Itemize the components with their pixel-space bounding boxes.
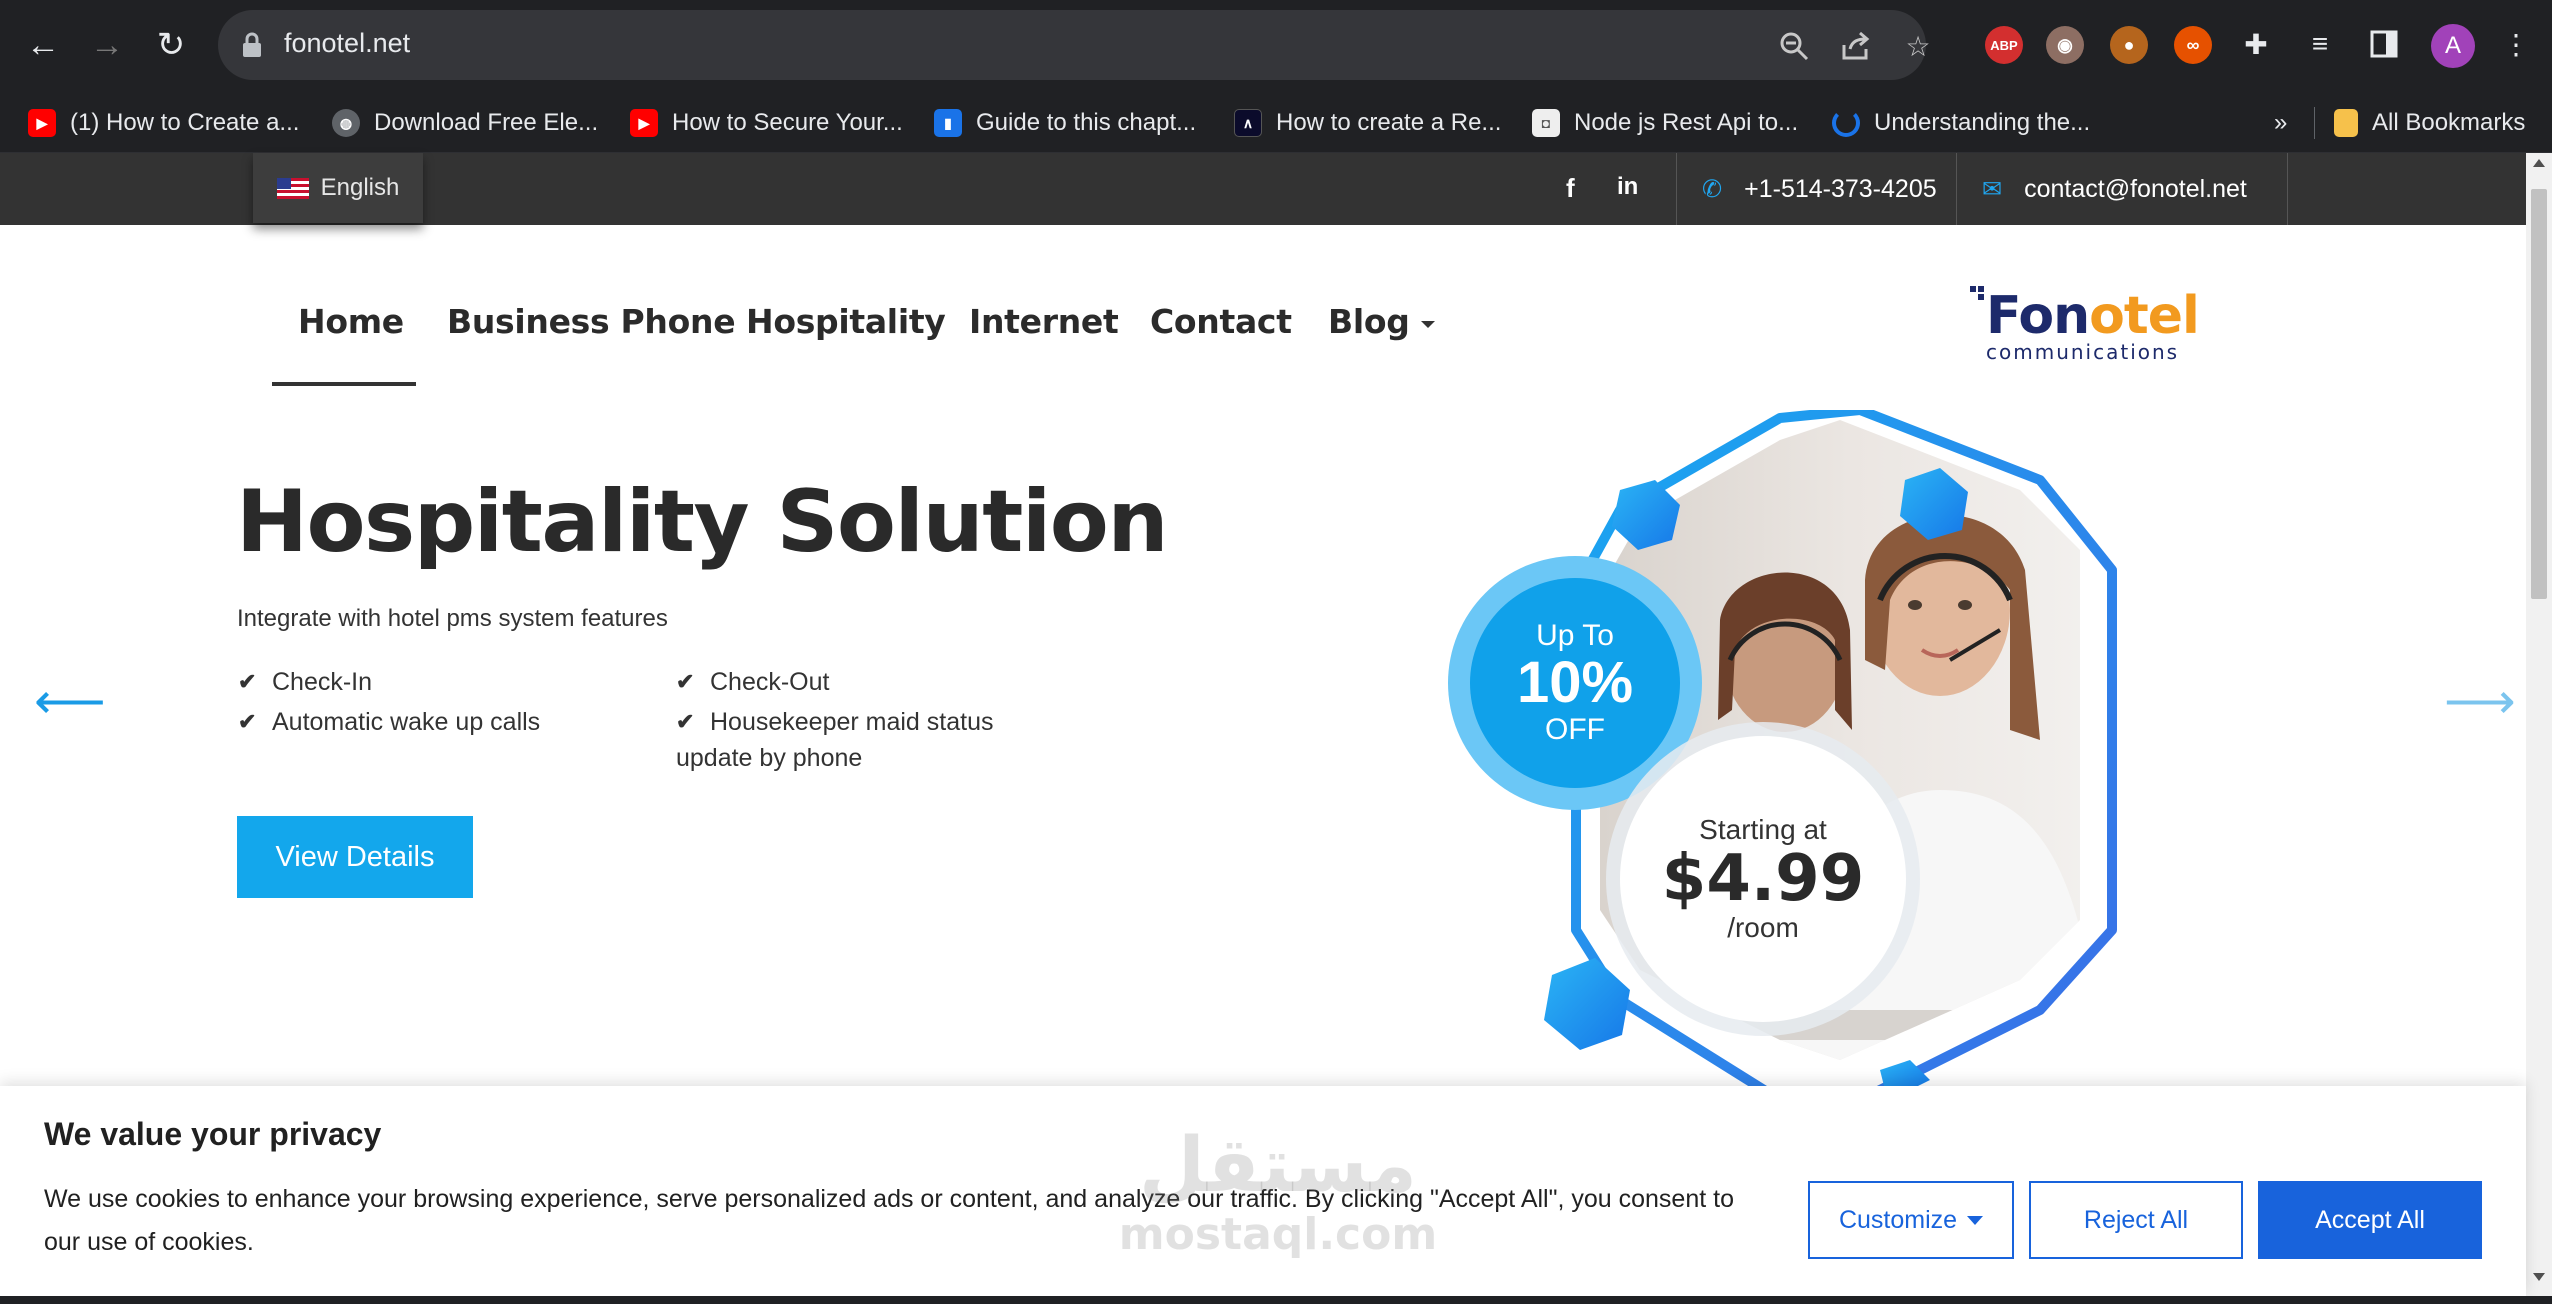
nav-business-phone[interactable]: Business Phone [447, 302, 736, 341]
nav-active-underline [272, 382, 416, 386]
feature-item: ✔ Check-In [238, 664, 372, 700]
nav-hospitality[interactable]: Hospitality [746, 302, 946, 341]
hero-subtitle: Integrate with hotel pms system features [237, 605, 668, 632]
cookie-title: We value your privacy [44, 1116, 382, 1152]
mostaql-watermark: مستقل mostaql.com [1118, 1120, 1438, 1260]
lock-icon [243, 32, 261, 57]
forward-icon[interactable]: → [84, 22, 130, 68]
address-bar[interactable]: fonotel.net ☆ [218, 10, 1931, 80]
bookmark-star-icon[interactable]: ☆ [1902, 30, 1934, 62]
facebook-icon[interactable]: f [1566, 173, 1575, 204]
bookmark-item[interactable]: ▶ How to Secure Your... [630, 103, 903, 143]
check-icon: ✔ [676, 669, 695, 694]
nav-internet[interactable]: Internet [969, 302, 1119, 341]
language-selector[interactable]: English [253, 153, 423, 223]
topbar-divider [2287, 153, 2288, 225]
us-flag-icon [276, 177, 309, 199]
slider-prev-arrow-icon[interactable]: ⟵ [34, 672, 106, 730]
view-details-button[interactable]: View Details [237, 816, 473, 898]
phone-icon: ✆ [1702, 175, 1723, 203]
all-bookmarks-button[interactable]: All Bookmarks [2334, 103, 2525, 143]
reload-icon[interactable]: ↻ [148, 22, 194, 68]
taskbar-strip [0, 1296, 2552, 1304]
topbar-divider [1956, 153, 1957, 225]
puzzle-extensions-icon[interactable]: ✚ [2240, 28, 2272, 60]
slider-next-arrow-icon[interactable]: ⟶ [2444, 672, 2516, 730]
discount-badge-inner: Up To 10% OFF [1470, 578, 1680, 788]
react-icon: ∧ [1234, 109, 1262, 137]
blog-caret-icon[interactable] [1421, 321, 1435, 328]
price-badge: Starting at $4.99 /room [1620, 736, 1906, 1022]
browser-toolbar: ← → ↻ fonotel.net ☆ ABP ◉ ● ∞ ✚ ≡ A ⋮ [0, 0, 2552, 93]
url-text: fonotel.net [284, 28, 411, 58]
menu-kebab-icon[interactable]: ⋮ [2500, 28, 2532, 60]
nav-contact[interactable]: Contact [1150, 302, 1292, 341]
book-icon: ▮ [934, 109, 962, 137]
profile-avatar[interactable]: A [2431, 24, 2475, 68]
bookmark-item[interactable]: ◘ Node js Rest Api to... [1532, 103, 1798, 143]
phone-contact[interactable]: ✆ +1-514-373-4205 [1702, 153, 1937, 225]
scroll-down-arrow-icon[interactable] [2533, 1273, 2545, 1281]
youtube-icon: ▶ [28, 109, 56, 137]
scrollbar-thumb[interactable] [2531, 189, 2547, 599]
feature-item: ✔ Check-Out [676, 664, 829, 700]
owl-extension-icon[interactable]: ◉ [2046, 26, 2084, 64]
feature-item-continued: update by phone [676, 744, 863, 772]
logo-tagline: communications [1986, 340, 2180, 364]
glasses-extension-icon[interactable]: ∞ [2174, 26, 2212, 64]
hero-title: Hospitality Solution [236, 472, 1169, 572]
topbar-divider [1676, 153, 1677, 225]
bookmarks-overflow-button[interactable]: » [2274, 103, 2287, 143]
youtube-icon: ▶ [630, 109, 658, 137]
media-queue-icon[interactable]: ≡ [2304, 28, 2336, 60]
cookie-message: We use cookies to enhance your browsing … [44, 1185, 1734, 1256]
nav-blog[interactable]: Blog [1328, 302, 1410, 341]
scroll-up-arrow-icon[interactable] [2533, 159, 2545, 167]
cookie-extension-icon[interactable]: ● [2110, 26, 2148, 64]
folder-icon [2334, 109, 2358, 137]
page-icon: ◘ [1532, 109, 1560, 137]
accept-all-button[interactable]: Accept All [2258, 1181, 2482, 1259]
caret-down-icon [1967, 1215, 1984, 1225]
check-icon: ✔ [676, 709, 695, 734]
bookmark-item[interactable]: Understanding the... [1832, 103, 2090, 143]
adblock-extension-icon[interactable]: ABP [1985, 26, 2023, 64]
bookmarks-divider [2314, 107, 2315, 139]
feature-item: ✔ Housekeeper maid status [676, 704, 993, 740]
email-contact[interactable]: ✉ contact@fonotel.net [1982, 153, 2247, 225]
spinner-icon [1832, 109, 1860, 137]
discount-badge: Up To 10% OFF [1448, 556, 1702, 810]
linkedin-icon[interactable]: in [1617, 173, 1638, 201]
feature-item: ✔ Automatic wake up calls [238, 704, 540, 740]
side-panel-icon[interactable] [2368, 28, 2400, 60]
page-scrollbar[interactable] [2526, 153, 2552, 1304]
reject-all-button[interactable]: Reject All [2029, 1181, 2243, 1259]
check-icon: ✔ [238, 709, 257, 734]
zoom-icon[interactable] [1778, 30, 1810, 62]
bookmark-item[interactable]: ▮ Guide to this chapt... [934, 103, 1196, 143]
fonotel-logo[interactable]: Fonotel communications [1970, 284, 2200, 364]
share-icon[interactable] [1840, 30, 1872, 62]
check-icon: ✔ [238, 669, 257, 694]
customize-button[interactable]: Customize [1808, 1181, 2014, 1259]
bookmarks-bar: ▶ (1) How to Create a... ◍ Download Free… [0, 93, 2552, 153]
logo-wordmark: Fonotel [1986, 286, 2200, 346]
site-topbar: English f in ✆ +1-514-373-4205 ✉ contact… [0, 153, 2526, 225]
bookmark-item[interactable]: ◍ Download Free Ele... [332, 103, 598, 143]
envelope-icon: ✉ [1982, 175, 2003, 203]
globe-icon: ◍ [332, 109, 360, 137]
bookmark-item[interactable]: ▶ (1) How to Create a... [28, 103, 299, 143]
back-icon[interactable]: ← [20, 22, 66, 68]
nav-home[interactable]: Home [298, 302, 404, 341]
bookmark-item[interactable]: ∧ How to create a Re... [1234, 103, 1501, 143]
